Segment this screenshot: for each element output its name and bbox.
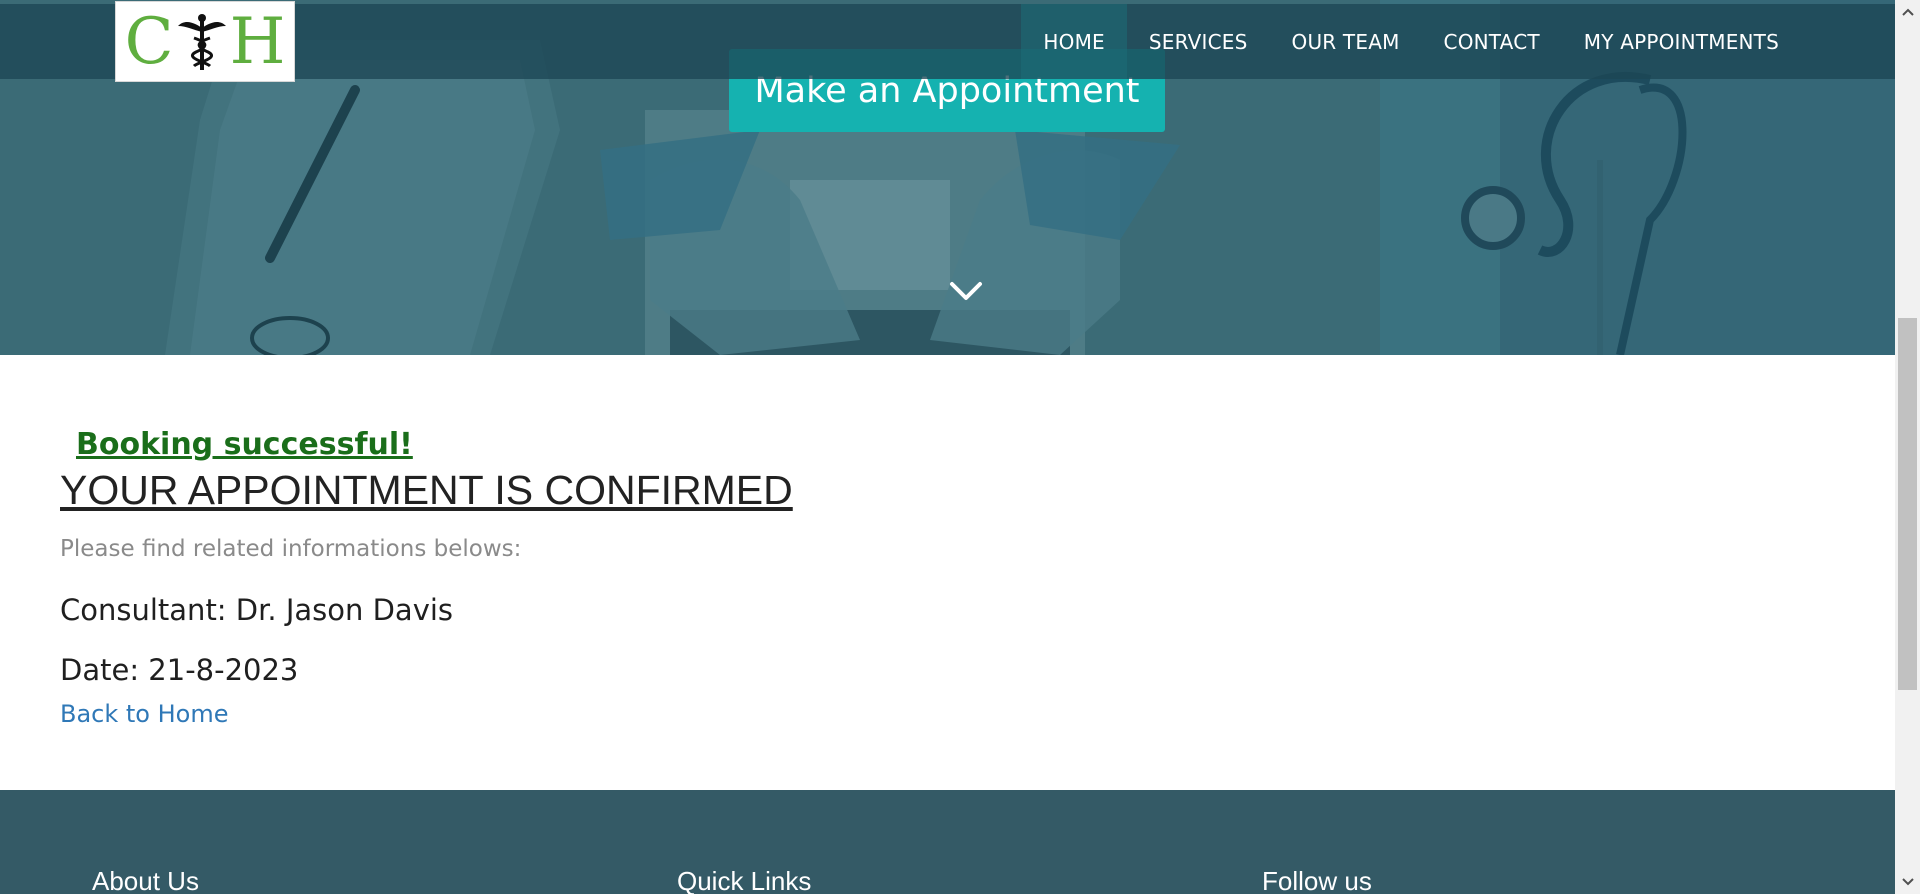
nav-item-our-team[interactable]: OUR TEAM: [1270, 4, 1422, 79]
confirmation-heading: YOUR APPOINTMENT IS CONFIRMED: [60, 467, 793, 513]
scroll-down-arrow-icon[interactable]: [1895, 872, 1920, 892]
site-logo[interactable]: C H: [115, 1, 295, 82]
nav-item-my-appointments[interactable]: MY APPOINTMENTS: [1562, 4, 1801, 79]
nav-item-contact[interactable]: CONTACT: [1422, 4, 1562, 79]
page: Make an Appointment HOME SERVICES OUR TE…: [0, 0, 1920, 894]
confirmation-section: Booking successful! YOUR APPOINTMENT IS …: [0, 355, 1895, 790]
scroll-up-arrow-icon[interactable]: [1895, 2, 1920, 22]
back-to-home-link[interactable]: Back to Home: [60, 700, 229, 728]
footer-heading-about-us: About Us: [92, 866, 199, 894]
footer-heading-quick-links: Quick Links: [677, 866, 812, 894]
scrollbar-thumb[interactable]: [1898, 318, 1917, 690]
logo-letter-c: C: [124, 4, 174, 79]
nav-item-services[interactable]: SERVICES: [1127, 4, 1270, 79]
appointment-date: Date: 21-8-2023: [60, 653, 299, 687]
nav-item-home[interactable]: HOME: [1021, 4, 1127, 79]
footer-heading-follow-us: Follow us: [1262, 866, 1372, 894]
chevron-down-icon[interactable]: [946, 276, 986, 306]
page-scrollbar[interactable]: [1895, 0, 1920, 894]
caduceus-icon: [177, 13, 226, 70]
logo-letter-h: H: [229, 4, 286, 79]
footer: About Us Quick Links Follow us: [0, 790, 1895, 894]
consultant-info: Consultant: Dr. Jason Davis: [60, 593, 454, 627]
booking-success-message: Booking successful!: [76, 427, 413, 462]
nav-menu: HOME SERVICES OUR TEAM CONTACT MY APPOIN…: [1021, 4, 1801, 79]
info-subtitle: Please find related informations belows:: [60, 536, 522, 562]
